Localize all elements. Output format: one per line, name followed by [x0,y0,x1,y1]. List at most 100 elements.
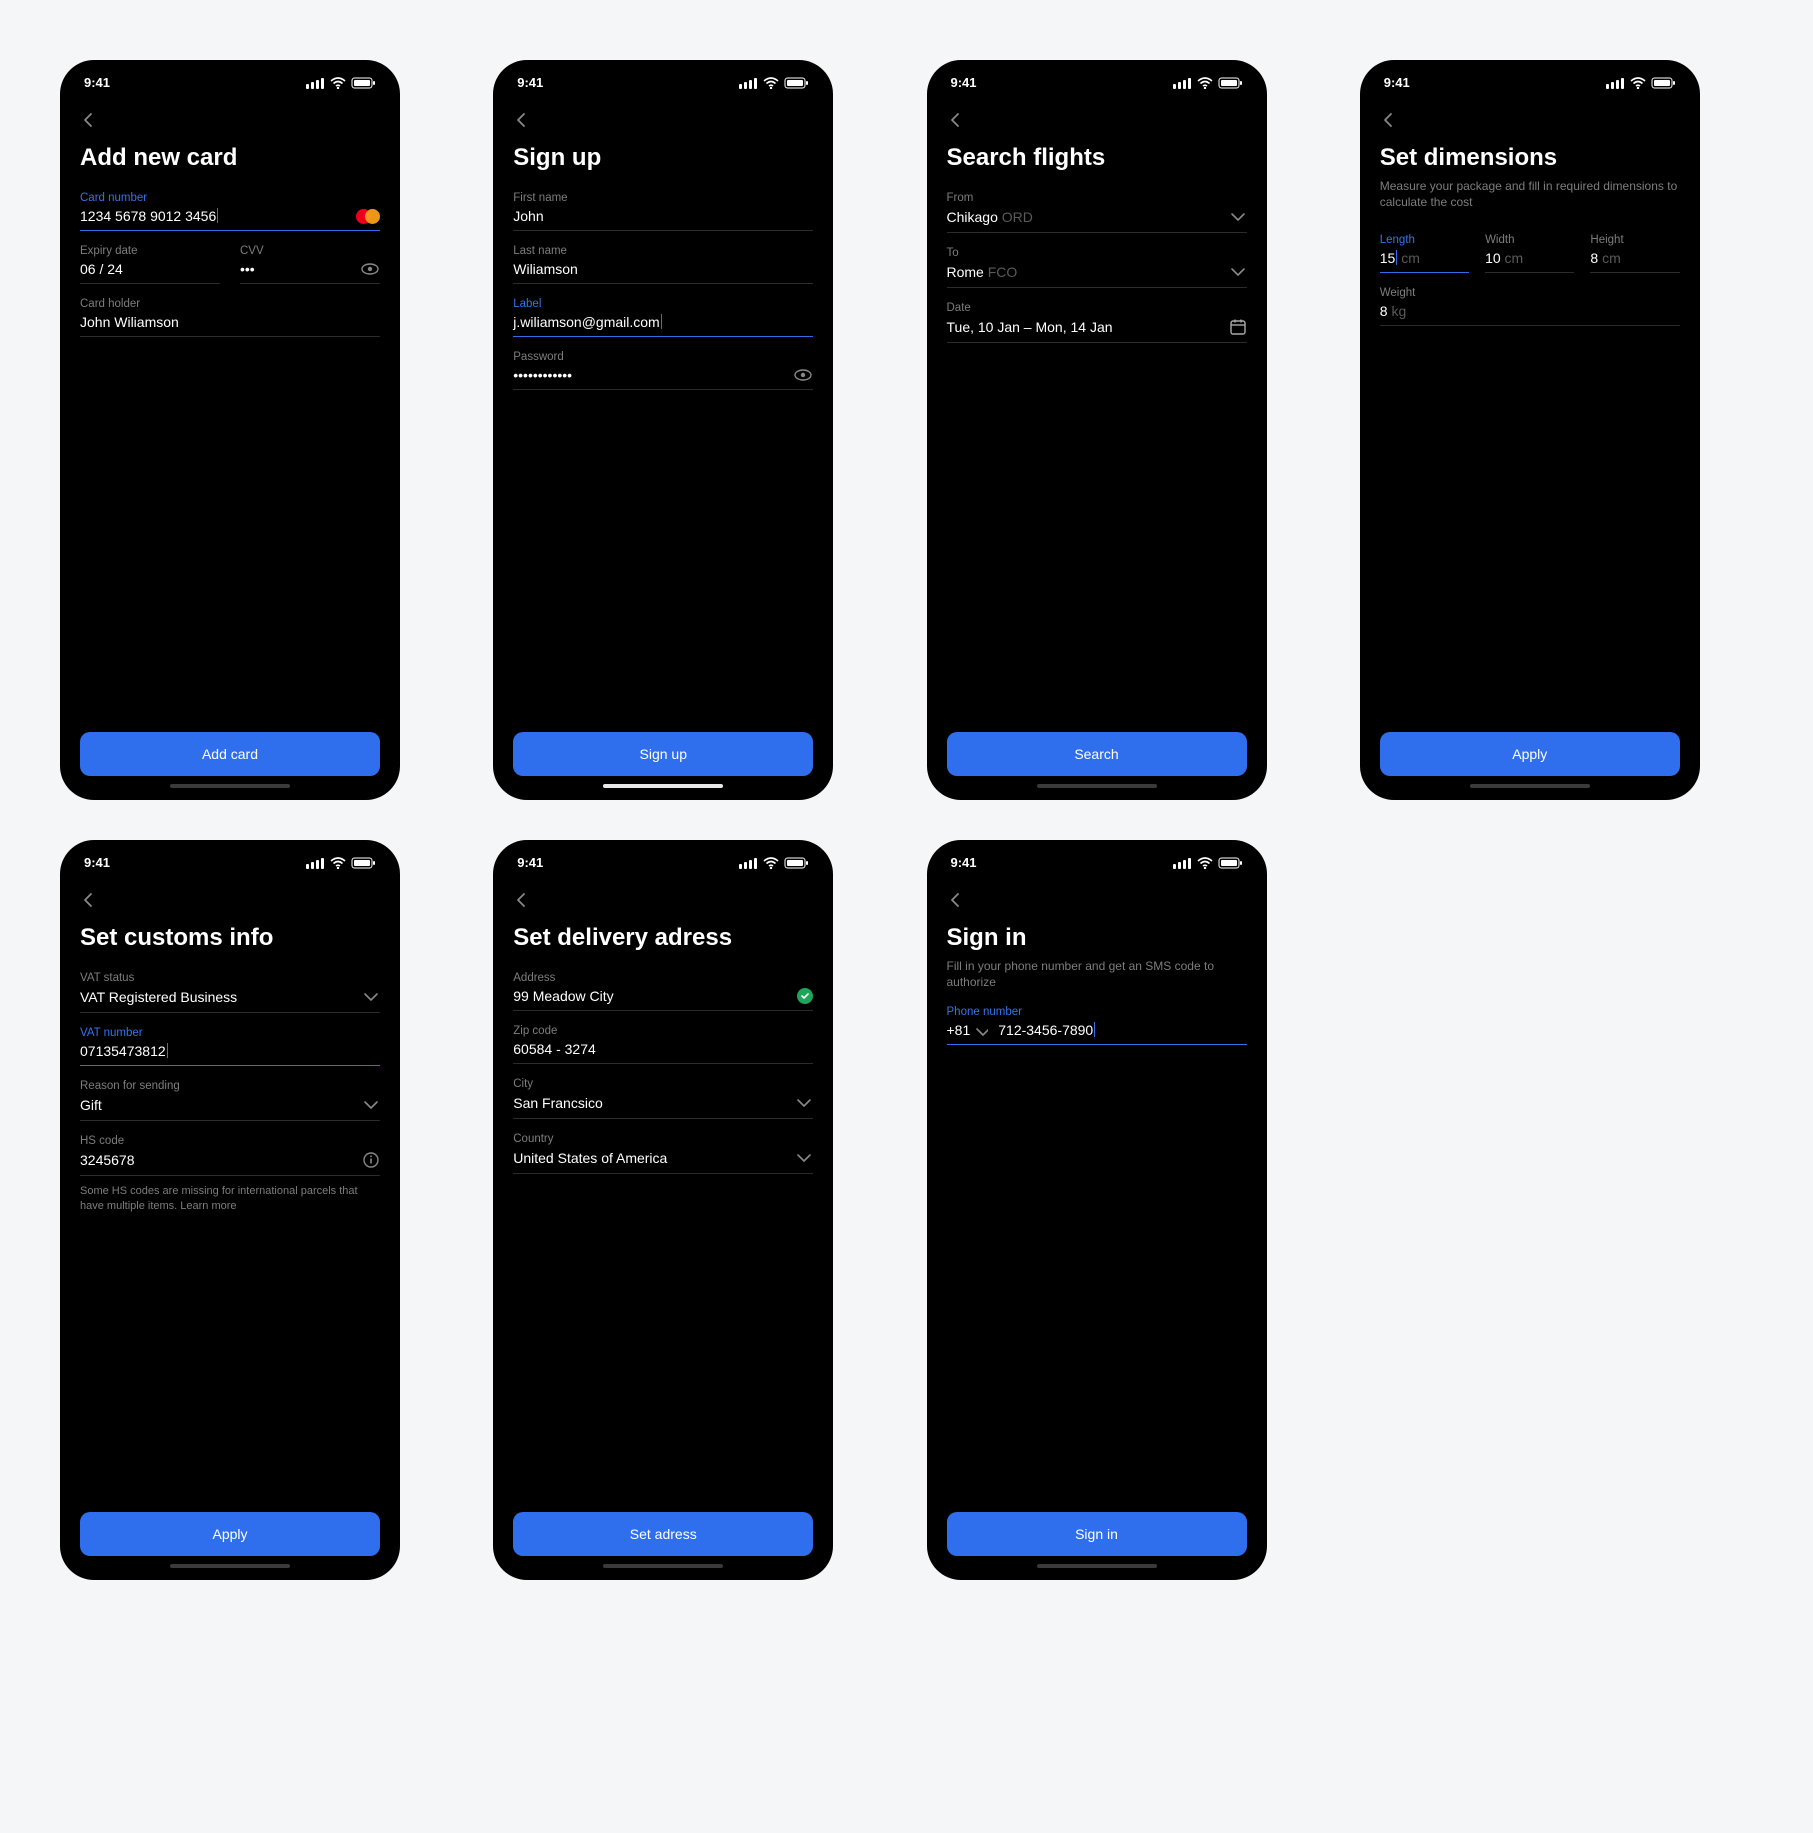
cvv-visibility-icon[interactable] [360,261,380,277]
length-label: Length [1380,234,1469,246]
sign-in-button[interactable]: Sign in [947,1512,1247,1556]
cvv-value: ••• [240,261,255,277]
password-value: •••••••••••• [513,367,572,383]
status-bar: 9:41 [947,60,1247,104]
country-code-value: +81 [947,1022,971,1038]
length-unit: cm [1401,250,1420,266]
country-label: Country [513,1133,813,1145]
card-number-field[interactable]: Card number 1234 5678 9012 3456 [80,192,380,231]
home-indicator [603,784,723,788]
back-button[interactable] [1380,104,1680,136]
expiry-field[interactable]: Expiry date 06 / 24 [80,245,220,284]
add-card-button[interactable]: Add card [80,732,380,776]
chevron-down-icon [795,1149,813,1167]
flight-date-field[interactable]: Date Tue, 10 Jan – Mon, 14 Jan [947,302,1247,343]
weight-unit: kg [1391,303,1406,319]
cvv-field[interactable]: CVV ••• [240,245,380,284]
card-number-value: 1234 5678 9012 3456 [80,208,216,224]
search-button[interactable]: Search [947,732,1247,776]
width-field[interactable]: Width 10 cm [1485,234,1574,273]
page-title: Set dimensions [1380,144,1680,172]
page-subtitle: Fill in your phone number and get an SMS… [947,958,1247,990]
password-visibility-icon[interactable] [793,367,813,383]
home-indicator [603,1564,723,1568]
flight-from-label: From [947,192,1247,204]
home-indicator [170,784,290,788]
flight-to-label: To [947,247,1247,259]
flight-from-city: Chikago [947,209,998,225]
card-number-label: Card number [80,192,380,204]
status-icons [739,75,809,89]
weight-field[interactable]: Weight 8 kg [1380,287,1680,326]
password-field[interactable]: Password •••••••••••• [513,351,813,390]
back-button[interactable] [513,104,813,136]
height-unit: cm [1602,250,1621,266]
card-holder-field[interactable]: Card holder John Wiliamson [80,298,380,337]
hs-code-label: HS code [80,1135,380,1147]
last-name-label: Last name [513,245,813,257]
first-name-value: John [513,208,543,224]
hs-code-field[interactable]: HS code 3245678 [80,1135,380,1176]
status-bar: 9:41 [80,60,380,104]
hs-code-helper: Some HS codes are missing for internatio… [80,1184,380,1214]
page-title: Set customs info [80,924,380,952]
first-name-field[interactable]: First name John [513,192,813,231]
status-icons [739,855,809,869]
address-field[interactable]: Address 99 Meadow City [513,972,813,1011]
apply-dimensions-button[interactable]: Apply [1380,732,1680,776]
info-icon[interactable] [362,1151,380,1169]
vat-number-value: 07135473812 [80,1043,166,1059]
set-address-button[interactable]: Set adress [513,1512,813,1556]
expiry-label: Expiry date [80,245,220,257]
status-time: 9:41 [517,855,543,870]
country-code-selector[interactable]: +81 [947,1022,989,1038]
flight-date-value: Tue, 10 Jan – Mon, 14 Jan [947,319,1113,335]
hs-code-value: 3245678 [80,1152,135,1168]
check-icon [797,988,813,1004]
screen-customs: 9:41 Set customs info VAT status VAT Reg… [60,840,400,1580]
email-value: j.wiliamson@gmail.com [513,314,659,330]
back-button[interactable] [80,104,380,136]
country-field[interactable]: Country United States of America [513,1133,813,1174]
card-holder-value: John Wiliamson [80,314,179,330]
page-title: Sign up [513,144,813,172]
vat-number-field[interactable]: VAT number 07135473812 [80,1027,380,1066]
expiry-value: 06 / 24 [80,261,123,277]
status-bar: 9:41 [513,840,813,884]
password-label: Password [513,351,813,363]
status-time: 9:41 [951,855,977,870]
back-button[interactable] [947,884,1247,916]
flight-to-field[interactable]: To Rome FCO [947,247,1247,288]
back-button[interactable] [947,104,1247,136]
vat-status-field[interactable]: VAT status VAT Registered Business [80,972,380,1013]
flight-to-code: FCO [988,264,1018,280]
length-value: 15 [1380,250,1396,266]
length-field[interactable]: Length 15 cm [1380,234,1469,273]
flight-to-city: Rome [947,264,984,280]
status-bar: 9:41 [80,840,380,884]
home-indicator [170,1564,290,1568]
vat-status-label: VAT status [80,972,380,984]
status-icons [1606,75,1676,89]
status-icons [1173,855,1243,869]
height-field[interactable]: Height 8 cm [1590,234,1679,273]
phone-number-field[interactable]: Phone number +81 712-3456-7890 [947,1006,1247,1045]
back-button[interactable] [513,884,813,916]
zip-field[interactable]: Zip code 60584 - 3274 [513,1025,813,1064]
calendar-icon[interactable] [1229,318,1247,336]
card-holder-label: Card holder [80,298,380,310]
city-field[interactable]: City San Francsico [513,1078,813,1119]
reason-field[interactable]: Reason for sending Gift [80,1080,380,1121]
last-name-field[interactable]: Last name Wiliamson [513,245,813,284]
back-button[interactable] [80,884,380,916]
status-bar: 9:41 [1380,60,1680,104]
sign-up-button[interactable]: Sign up [513,732,813,776]
flight-from-field[interactable]: From Chikago ORD [947,192,1247,233]
email-field[interactable]: Label j.wiliamson@gmail.com [513,298,813,337]
zip-label: Zip code [513,1025,813,1037]
screen-sign-up: 9:41 Sign up First name John Last name W… [493,60,833,800]
status-icons [306,75,376,89]
vat-status-value: VAT Registered Business [80,989,237,1005]
weight-value: 8 [1380,303,1388,319]
apply-customs-button[interactable]: Apply [80,1512,380,1556]
